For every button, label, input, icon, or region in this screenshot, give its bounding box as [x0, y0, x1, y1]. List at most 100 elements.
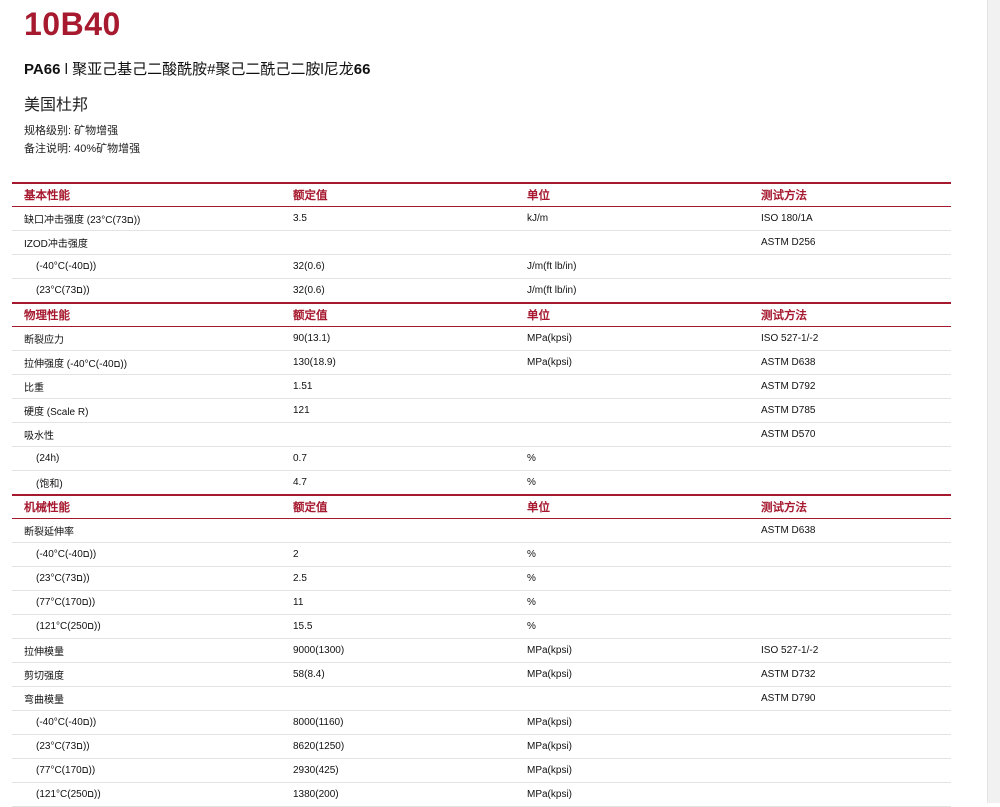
- property-value: 32(0.6): [281, 254, 515, 279]
- test-method: [749, 278, 951, 304]
- property-unit: %: [515, 446, 749, 471]
- property-value: 2: [281, 542, 515, 567]
- property-unit: J/m(ft lb/in): [515, 278, 749, 304]
- property-value: 58(8.4): [281, 662, 515, 687]
- test-method: [749, 542, 951, 567]
- property-name: (23°C(73ם)): [12, 278, 281, 304]
- table-row: 断裂应力 90(13.1) MPa(kpsi) ISO 527-1/-2: [12, 326, 951, 351]
- table-row: 拉伸强度 (-40°C(-40ם)) 130(18.9) MPa(kpsi) ASTM…: [12, 350, 951, 375]
- property-unit: kJ/m: [515, 206, 749, 231]
- test-method: ISO 527-1/-2: [749, 326, 951, 351]
- property-unit: [515, 398, 749, 423]
- property-name: 吸水性: [12, 422, 281, 447]
- table-row: (-40°C(-40ם)) 8000(1160) MPa(kpsi): [12, 710, 951, 735]
- test-method: ASTM D790: [749, 686, 951, 711]
- property-name: 拉伸模量: [12, 638, 281, 663]
- test-method: [749, 446, 951, 471]
- property-name: (-40°C(-40ם)): [12, 254, 281, 279]
- test-method: ASTM D638: [749, 518, 951, 543]
- test-method: [749, 470, 951, 496]
- properties-table: 基本性能 额定值 单位 测试方法 缺口冲击强度 (23°C(73ם)) 3.5 kJ/m IS…: [12, 182, 951, 807]
- test-method: ISO 527-1/-2: [749, 638, 951, 663]
- table-row: (23°C(73ם)) 2.5%: [12, 566, 951, 591]
- table-row: (23°C(73ם)) 32(0.6) J/m(ft lb/in): [12, 278, 951, 304]
- remark: 备注说明: 40%矿物增强: [24, 143, 141, 155]
- property-value: 11: [281, 590, 515, 615]
- property-value: 8000(1160): [281, 710, 515, 735]
- property-name: 剪切强度: [12, 662, 281, 687]
- property-name: (24h): [12, 446, 281, 471]
- property-unit: MPa(kpsi): [515, 638, 749, 663]
- property-name: (-40°C(-40ם)): [12, 542, 281, 567]
- subtitle-material: PA66: [24, 61, 61, 78]
- column-header-method: 测试方法: [749, 494, 951, 519]
- product-subtitle: PA66 l 聚亚己基己二酸酰胺#聚己二酰己二胺l尼龙66: [24, 58, 370, 79]
- column-header-value: 额定值: [281, 182, 515, 207]
- property-value: [281, 422, 515, 447]
- property-value: 9000(1300): [281, 638, 515, 663]
- property-name: (23°C(73ם)): [12, 566, 281, 591]
- section-title: 基本性能: [12, 182, 281, 207]
- test-method: [749, 734, 951, 759]
- table-row: (23°C(73ם)) 8620(1250) MPa(kpsi): [12, 734, 951, 759]
- column-header-value: 额定值: [281, 494, 515, 519]
- property-name: 拉伸强度 (-40°C(-40ם)): [12, 350, 281, 375]
- test-method: ASTM D256: [749, 230, 951, 255]
- property-name: (77°C(170ם)): [12, 758, 281, 783]
- test-method: [749, 590, 951, 615]
- test-method: [749, 566, 951, 591]
- property-value: [281, 686, 515, 711]
- spec-level: 规格级别: 矿物增强: [24, 125, 119, 137]
- property-name: IZOD冲击强度: [12, 230, 281, 255]
- property-unit: %: [515, 590, 749, 615]
- section-header: 基本性能 额定值 单位 测试方法: [12, 182, 951, 207]
- table-row: 缺口冲击强度 (23°C(73ם)) 3.5 kJ/m ISO 180/1A: [12, 206, 951, 231]
- property-value: 3.5: [281, 206, 515, 231]
- property-unit: [515, 230, 749, 255]
- subtitle-description: l 聚亚己基己二酸酰胺#聚己二酰己二胺l尼龙: [60, 61, 354, 78]
- property-name: (23°C(73ם)): [12, 734, 281, 759]
- property-name: (饱和): [12, 470, 281, 496]
- property-unit: %: [515, 470, 749, 496]
- test-method: ASTM D785: [749, 398, 951, 423]
- property-unit: [515, 686, 749, 711]
- table-row: 断裂延伸率 ASTM D638: [12, 518, 951, 543]
- property-name: (77°C(170ם)): [12, 590, 281, 615]
- property-unit: MPa(kpsi): [515, 326, 749, 351]
- vertical-scrollbar[interactable]: [987, 0, 1000, 803]
- property-value: 130(18.9): [281, 350, 515, 375]
- table-row: IZOD冲击强度 ASTM D256: [12, 230, 951, 255]
- manufacturer: 美国杜邦: [24, 97, 89, 114]
- column-header-method: 测试方法: [749, 182, 951, 207]
- property-unit: MPa(kpsi): [515, 734, 749, 759]
- column-header-unit: 单位: [515, 494, 749, 519]
- subtitle-tail: 66: [353, 61, 371, 78]
- property-value: 2.5: [281, 566, 515, 591]
- section-header: 物理性能 额定值 单位 测试方法: [12, 302, 951, 327]
- table-row: (饱和) 4.7%: [12, 470, 951, 496]
- properties-table-body: 基本性能 额定值 单位 测试方法 缺口冲击强度 (23°C(73ם)) 3.5 kJ/m IS…: [12, 182, 951, 807]
- property-value: 32(0.6): [281, 278, 515, 304]
- property-name: 弯曲模量: [12, 686, 281, 711]
- property-unit: J/m(ft lb/in): [515, 254, 749, 279]
- product-grade-title: 10B40: [24, 6, 121, 42]
- column-header-unit: 单位: [515, 302, 749, 327]
- product-meta: 规格级别: 矿物增强 备注说明: 40%矿物增强: [24, 122, 140, 158]
- property-name: 比重: [12, 374, 281, 399]
- property-name: 断裂延伸率: [12, 518, 281, 543]
- table-row: (121°C(250ם)) 15.5%: [12, 614, 951, 639]
- property-unit: MPa(kpsi): [515, 662, 749, 687]
- test-method: ISO 180/1A: [749, 206, 951, 231]
- property-value: 1.51: [281, 374, 515, 399]
- section-header: 机械性能 额定值 单位 测试方法: [12, 494, 951, 519]
- table-row: 剪切强度 58(8.4) MPa(kpsi) ASTM D732: [12, 662, 951, 687]
- property-name: 缺口冲击强度 (23°C(73ם)): [12, 206, 281, 231]
- property-name: (121°C(250ם)): [12, 614, 281, 639]
- section-title: 物理性能: [12, 302, 281, 327]
- test-method: [749, 614, 951, 639]
- column-header-unit: 单位: [515, 182, 749, 207]
- property-value: 2930(425): [281, 758, 515, 783]
- column-header-value: 额定值: [281, 302, 515, 327]
- property-unit: %: [515, 542, 749, 567]
- property-unit: [515, 422, 749, 447]
